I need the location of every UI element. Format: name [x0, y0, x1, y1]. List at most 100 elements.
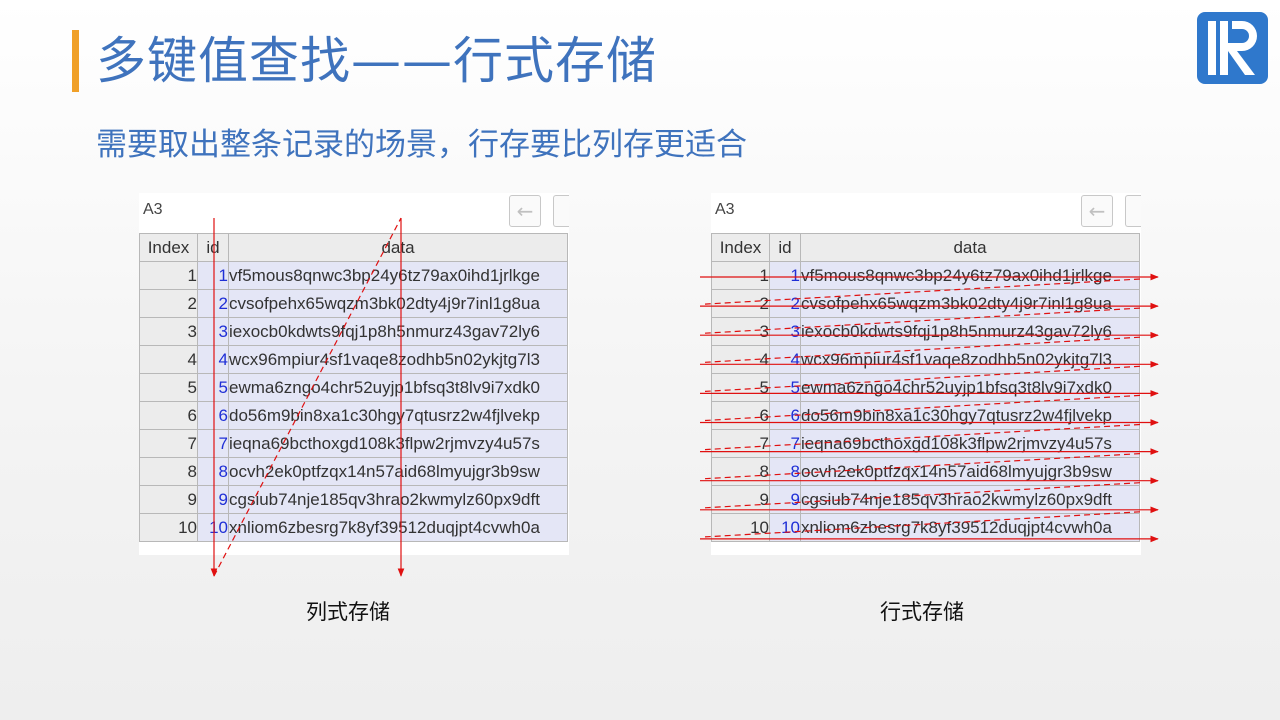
- table-row[interactable]: 2 2 cvsofpehx65wqzm3bk02dty4j9r7inl1g8ua: [139, 289, 568, 318]
- id-cell[interactable]: 10: [197, 513, 229, 542]
- table-row[interactable]: 4 4 wcx96mpiur4sf1vaqe8zodhb5n02ykjtg7l3: [711, 345, 1140, 374]
- forward-arrow-icon[interactable]: [1125, 195, 1141, 227]
- row-index-cell[interactable]: 5: [711, 373, 770, 402]
- row-index-cell[interactable]: 8: [139, 457, 198, 486]
- column-header[interactable]: id: [197, 233, 229, 262]
- data-cell[interactable]: ewma6zngo4chr52uyjp1bfsq3t8lv9i7xdk0: [228, 373, 568, 402]
- id-cell[interactable]: 5: [769, 373, 801, 402]
- column-header[interactable]: Index: [711, 233, 770, 262]
- row-storage-caption: 行式存储: [880, 600, 964, 624]
- id-cell[interactable]: 4: [197, 345, 229, 374]
- id-cell[interactable]: 7: [197, 429, 229, 458]
- table-row[interactable]: 3 3 iexocb0kdwts9fqj1p8h5nmurz43gav72ly6: [711, 317, 1140, 346]
- data-cell[interactable]: iexocb0kdwts9fqj1p8h5nmurz43gav72ly6: [800, 317, 1140, 346]
- row-index-cell[interactable]: 10: [711, 513, 770, 542]
- column-header[interactable]: Index: [139, 233, 198, 262]
- id-cell[interactable]: 6: [197, 401, 229, 430]
- row-index-cell[interactable]: 7: [139, 429, 198, 458]
- table-row[interactable]: 2 2 cvsofpehx65wqzm3bk02dty4j9r7inl1g8ua: [711, 289, 1140, 318]
- row-index-cell[interactable]: 4: [711, 345, 770, 374]
- table-row[interactable]: 9 9 cgsiub74nje185qv3hrao2kwmylz60px9dft: [711, 485, 1140, 514]
- data-cell[interactable]: ewma6zngo4chr52uyjp1bfsq3t8lv9i7xdk0: [800, 373, 1140, 402]
- data-cell[interactable]: cvsofpehx65wqzm3bk02dty4j9r7inl1g8ua: [800, 289, 1140, 318]
- id-cell[interactable]: 1: [769, 261, 801, 290]
- back-arrow-icon[interactable]: ←: [1081, 195, 1113, 227]
- row-index-cell[interactable]: 7: [711, 429, 770, 458]
- table-row[interactable]: 10 10 xnliom6zbesrg7k8yf39512duqjpt4cvwh0a: [139, 513, 568, 542]
- id-cell[interactable]: 4: [769, 345, 801, 374]
- data-cell[interactable]: cvsofpehx65wqzm3bk02dty4j9r7inl1g8ua: [228, 289, 568, 318]
- id-cell[interactable]: 1: [197, 261, 229, 290]
- data-cell[interactable]: cgsiub74nje185qv3hrao2kwmylz60px9dft: [228, 485, 568, 514]
- row-index-cell[interactable]: 9: [139, 485, 198, 514]
- row-index-cell[interactable]: 5: [139, 373, 198, 402]
- data-table: Index id data 1 1 vf5mous8qnwc3bp24y6tz79ax0…: [139, 233, 568, 542]
- data-cell[interactable]: ieqna69bcthoxgd108k3flpw2rjmvzy4u57s: [228, 429, 568, 458]
- column-header[interactable]: data: [228, 233, 568, 262]
- data-cell[interactable]: ocvh2ek0ptfzqx14n57aid68lmyujgr3b9sw: [228, 457, 568, 486]
- id-cell[interactable]: 2: [769, 289, 801, 318]
- id-cell[interactable]: 8: [197, 457, 229, 486]
- row-storage-panel: A3 ← Index id data 1 1 vf5mous8qnwc3bp24y6tz…: [711, 193, 1141, 555]
- data-cell[interactable]: ocvh2ek0ptfzqx14n57aid68lmyujgr3b9sw: [800, 457, 1140, 486]
- id-cell[interactable]: 7: [769, 429, 801, 458]
- id-cell[interactable]: 3: [769, 317, 801, 346]
- table-row[interactable]: 10 10 xnliom6zbesrg7k8yf39512duqjpt4cvwh0a: [711, 513, 1140, 542]
- table-row[interactable]: 7 7 ieqna69bcthoxgd108k3flpw2rjmvzy4u57s: [711, 429, 1140, 458]
- page-title: 多键值查找——行式存储: [96, 32, 657, 90]
- id-cell[interactable]: 9: [197, 485, 229, 514]
- table-row[interactable]: 6 6 do56m9bin8xa1c30hgy7qtusrz2w4fjlvekp: [711, 401, 1140, 430]
- row-index-cell[interactable]: 6: [711, 401, 770, 430]
- forward-arrow-icon[interactable]: [553, 195, 569, 227]
- table-row[interactable]: 7 7 ieqna69bcthoxgd108k3flpw2rjmvzy4u57s: [139, 429, 568, 458]
- row-index-cell[interactable]: 1: [139, 261, 198, 290]
- data-cell[interactable]: iexocb0kdwts9fqj1p8h5nmurz43gav72ly6: [228, 317, 568, 346]
- table-body: 1 1 vf5mous8qnwc3bp24y6tz79ax0ihd1jrlkge 2 2…: [139, 261, 568, 542]
- table-row[interactable]: 4 4 wcx96mpiur4sf1vaqe8zodhb5n02ykjtg7l3: [139, 345, 568, 374]
- data-cell[interactable]: xnliom6zbesrg7k8yf39512duqjpt4cvwh0a: [800, 513, 1140, 542]
- table-row[interactable]: 3 3 iexocb0kdwts9fqj1p8h5nmurz43gav72ly6: [139, 317, 568, 346]
- row-index-cell[interactable]: 2: [139, 289, 198, 318]
- data-table: Index id data 1 1 vf5mous8qnwc3bp24y6tz79ax0…: [711, 233, 1140, 542]
- row-index-cell[interactable]: 3: [711, 317, 770, 346]
- raqsoft-logo-icon: [1197, 12, 1268, 84]
- cell-reference-label: A3: [715, 201, 735, 218]
- data-cell[interactable]: do56m9bin8xa1c30hgy7qtusrz2w4fjlvekp: [800, 401, 1140, 430]
- table-row[interactable]: 5 5 ewma6zngo4chr52uyjp1bfsq3t8lv9i7xdk0: [139, 373, 568, 402]
- column-header[interactable]: id: [769, 233, 801, 262]
- table-row[interactable]: 5 5 ewma6zngo4chr52uyjp1bfsq3t8lv9i7xdk0: [711, 373, 1140, 402]
- data-cell[interactable]: ieqna69bcthoxgd108k3flpw2rjmvzy4u57s: [800, 429, 1140, 458]
- data-cell[interactable]: wcx96mpiur4sf1vaqe8zodhb5n02ykjtg7l3: [800, 345, 1140, 374]
- table-row[interactable]: 8 8 ocvh2ek0ptfzqx14n57aid68lmyujgr3b9sw: [711, 457, 1140, 486]
- id-cell[interactable]: 9: [769, 485, 801, 514]
- id-cell[interactable]: 8: [769, 457, 801, 486]
- id-cell[interactable]: 10: [769, 513, 801, 542]
- id-cell[interactable]: 2: [197, 289, 229, 318]
- column-header[interactable]: data: [800, 233, 1140, 262]
- row-index-cell[interactable]: 3: [139, 317, 198, 346]
- data-cell[interactable]: do56m9bin8xa1c30hgy7qtusrz2w4fjlvekp: [228, 401, 568, 430]
- row-index-cell[interactable]: 1: [711, 261, 770, 290]
- data-cell[interactable]: cgsiub74nje185qv3hrao2kwmylz60px9dft: [800, 485, 1140, 514]
- data-cell[interactable]: xnliom6zbesrg7k8yf39512duqjpt4cvwh0a: [228, 513, 568, 542]
- data-cell[interactable]: vf5mous8qnwc3bp24y6tz79ax0ihd1jrlkge: [800, 261, 1140, 290]
- row-index-cell[interactable]: 10: [139, 513, 198, 542]
- column-storage-caption: 列式存储: [306, 600, 390, 624]
- back-arrow-icon[interactable]: ←: [509, 195, 541, 227]
- id-cell[interactable]: 6: [769, 401, 801, 430]
- row-index-cell[interactable]: 6: [139, 401, 198, 430]
- row-index-cell[interactable]: 9: [711, 485, 770, 514]
- table-row[interactable]: 1 1 vf5mous8qnwc3bp24y6tz79ax0ihd1jrlkge: [711, 261, 1140, 290]
- table-row[interactable]: 8 8 ocvh2ek0ptfzqx14n57aid68lmyujgr3b9sw: [139, 457, 568, 486]
- id-cell[interactable]: 5: [197, 373, 229, 402]
- id-cell[interactable]: 3: [197, 317, 229, 346]
- table-row[interactable]: 1 1 vf5mous8qnwc3bp24y6tz79ax0ihd1jrlkge: [139, 261, 568, 290]
- row-index-cell[interactable]: 4: [139, 345, 198, 374]
- table-row[interactable]: 6 6 do56m9bin8xa1c30hgy7qtusrz2w4fjlvekp: [139, 401, 568, 430]
- column-storage-panel: A3 ← Index id data 1 1 vf5mous8qnwc3bp24y6tz…: [139, 193, 569, 555]
- table-row[interactable]: 9 9 cgsiub74nje185qv3hrao2kwmylz60px9dft: [139, 485, 568, 514]
- data-cell[interactable]: vf5mous8qnwc3bp24y6tz79ax0ihd1jrlkge: [228, 261, 568, 290]
- data-cell[interactable]: wcx96mpiur4sf1vaqe8zodhb5n02ykjtg7l3: [228, 345, 568, 374]
- row-index-cell[interactable]: 2: [711, 289, 770, 318]
- row-index-cell[interactable]: 8: [711, 457, 770, 486]
